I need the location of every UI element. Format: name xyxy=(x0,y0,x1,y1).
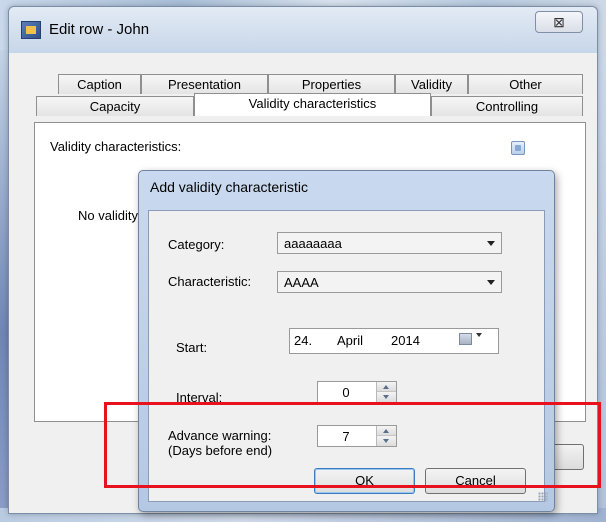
tab-controlling[interactable]: Controlling xyxy=(431,96,583,116)
chevron-down-icon xyxy=(487,241,495,246)
advance-spin-buttons xyxy=(376,426,396,446)
cancel-button[interactable]: Cancel xyxy=(425,468,526,494)
tab-properties[interactable]: Properties xyxy=(268,74,395,94)
advance-warning-sublabel: (Days before end) xyxy=(168,443,273,458)
interval-stepper[interactable]: 0 xyxy=(317,381,397,403)
characteristic-value: AAAA xyxy=(284,275,319,290)
start-date-picker[interactable]: 24. April 2014 xyxy=(289,328,499,354)
tab-validity-characteristics[interactable]: Validity characteristics xyxy=(194,93,431,116)
start-year: 2014 xyxy=(391,333,420,348)
chevron-down-icon xyxy=(487,280,495,285)
category-dropdown[interactable]: aaaaaaaa xyxy=(277,232,502,254)
advance-warning-value[interactable]: 7 xyxy=(318,429,374,444)
characteristic-label: Characteristic: xyxy=(168,274,252,289)
empty-list-text: No validity xyxy=(78,208,138,223)
start-label: Start: xyxy=(176,340,208,355)
characteristic-dropdown[interactable]: AAAA xyxy=(277,271,502,293)
start-day: 24. xyxy=(294,333,313,348)
add-characteristic-icon[interactable] xyxy=(511,141,525,155)
dialog-title: Add validity characteristic xyxy=(150,179,308,195)
category-label: Category: xyxy=(168,237,225,252)
advance-warning-label: Advance warning: xyxy=(168,428,272,443)
ok-button[interactable]: OK xyxy=(314,468,415,494)
calendar-dropdown-icon[interactable] xyxy=(476,333,482,337)
advance-up-icon[interactable] xyxy=(377,426,396,436)
interval-spin-buttons xyxy=(376,382,396,402)
interval-up-icon[interactable] xyxy=(377,382,396,392)
close-button[interactable]: ⊠ xyxy=(535,11,583,33)
tab-other[interactable]: Other xyxy=(468,74,583,94)
category-value: aaaaaaaa xyxy=(284,236,342,251)
tab-capacity[interactable]: Capacity xyxy=(36,96,194,116)
calendar-icon[interactable] xyxy=(459,333,472,345)
tab-caption[interactable]: Caption xyxy=(58,74,141,94)
advance-warning-stepper[interactable]: 7 xyxy=(317,425,397,447)
app-icon xyxy=(21,21,41,39)
tab-validity[interactable]: Validity xyxy=(395,74,468,94)
validity-characteristics-label: Validity characteristics: xyxy=(50,139,182,154)
resize-grip-icon[interactable] xyxy=(538,492,548,502)
advance-down-icon[interactable] xyxy=(377,436,396,446)
interval-label: Interval: xyxy=(176,390,223,405)
interval-down-icon[interactable] xyxy=(377,392,396,402)
tab-presentation[interactable]: Presentation xyxy=(141,74,268,94)
window-titlebar[interactable]: Edit row - John ⊠ xyxy=(9,7,597,53)
window-title: Edit row - John xyxy=(49,21,150,38)
start-month: April xyxy=(337,333,364,348)
interval-value[interactable]: 0 xyxy=(318,385,374,400)
